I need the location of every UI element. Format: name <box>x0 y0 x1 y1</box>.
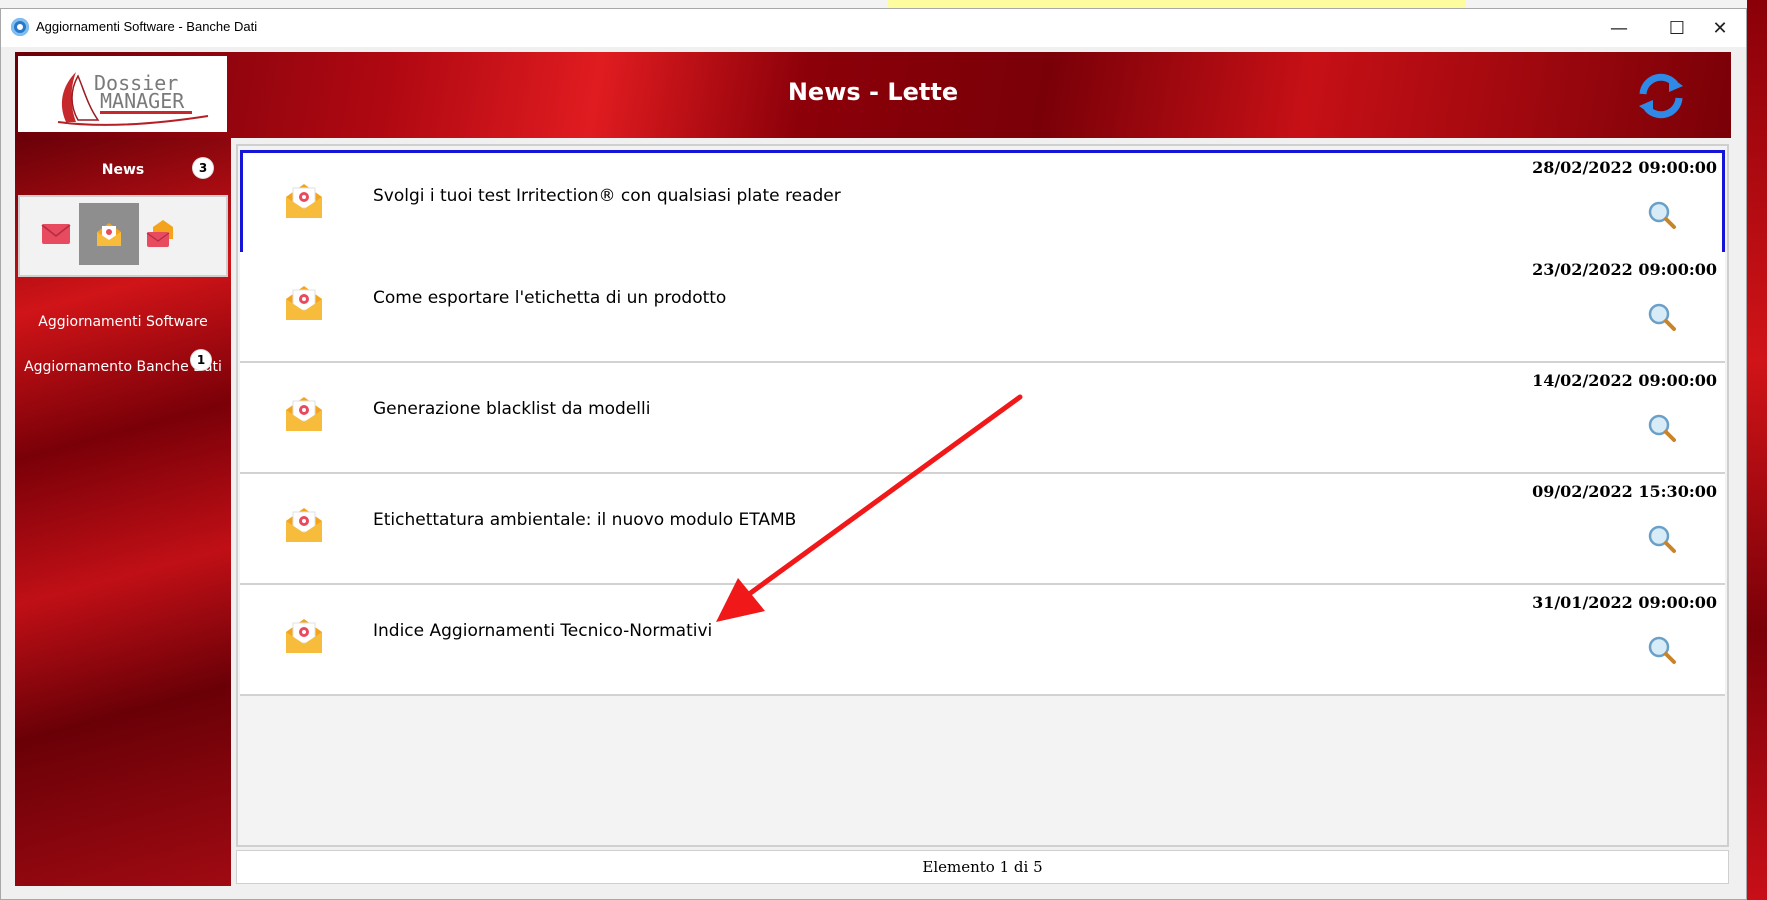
news-filter-toolbar <box>18 195 228 277</box>
envelopes-stack-icon <box>146 220 173 247</box>
news-title: Come esportare l'etichetta di un prodott… <box>373 288 727 308</box>
open-envelope-icon <box>284 282 324 326</box>
unread-filter-button[interactable] <box>26 203 86 265</box>
close-button[interactable]: ✕ <box>1691 9 1749 47</box>
news-date: 23/02/2022 09:00:00 <box>1532 260 1717 279</box>
magnifier-icon[interactable] <box>1647 302 1677 336</box>
magnifier-icon[interactable] <box>1647 413 1677 447</box>
closed-envelope-icon <box>41 224 71 244</box>
news-list-item[interactable]: Indice Aggiornamenti Tecnico-Normativi 3… <box>240 585 1725 696</box>
magnifier-icon[interactable] <box>1647 200 1677 234</box>
minimize-button[interactable]: — <box>1590 9 1648 47</box>
news-title: Indice Aggiornamenti Tecnico-Normativi <box>373 621 713 641</box>
background-desktop-edge <box>1747 0 1767 900</box>
app-icon <box>11 18 29 36</box>
window-title: Aggiornamenti Software - Banche Dati <box>36 19 258 34</box>
open-envelope-icon <box>97 223 121 246</box>
news-title: Generazione blacklist da modelli <box>373 399 651 419</box>
news-list: Svolgi i tuoi test Irritection® con qual… <box>236 144 1729 847</box>
database-updates-badge: 1 <box>191 350 211 370</box>
news-title: Etichettatura ambientale: il nuovo modul… <box>373 510 797 530</box>
page-title: News - Lette <box>787 78 959 106</box>
news-title: Svolgi i tuoi test Irritection® con qual… <box>373 186 841 206</box>
news-list-item[interactable]: Svolgi i tuoi test Irritection® con qual… <box>240 150 1725 261</box>
title-bar[interactable]: Aggiornamenti Software - Banche Dati — ☐… <box>1 9 1746 47</box>
magnifier-icon[interactable] <box>1647 524 1677 558</box>
background-desktop-strip <box>0 0 1767 8</box>
open-envelope-icon <box>284 393 324 437</box>
sidebar: News 3 Aggiornamenti Software Aggiorname… <box>15 138 231 886</box>
news-list-item[interactable]: Etichettatura ambientale: il nuovo modul… <box>240 474 1725 585</box>
app-window: Aggiornamenti Software - Banche Dati — ☐… <box>0 8 1747 900</box>
client-area: Dossier MANAGER News - Lette News 3 Aggi… <box>15 52 1731 886</box>
news-date: 09/02/2022 15:30:00 <box>1532 482 1717 501</box>
news-list-item[interactable]: Generazione blacklist da modelli 14/02/2… <box>240 363 1725 474</box>
open-envelope-icon <box>284 180 324 224</box>
status-bar: Elemento 1 di 5 <box>236 850 1729 884</box>
sidebar-item-software-updates[interactable]: Aggiornamenti Software <box>15 314 231 330</box>
background-yellow-strip <box>888 0 1466 8</box>
news-date: 28/02/2022 09:00:00 <box>1532 158 1717 177</box>
magnifier-icon[interactable] <box>1647 635 1677 669</box>
all-filter-button[interactable] <box>130 203 190 265</box>
open-envelope-icon <box>284 615 324 659</box>
news-count-badge: 3 <box>193 158 213 178</box>
news-date: 14/02/2022 09:00:00 <box>1532 371 1717 390</box>
news-list-item[interactable]: Come esportare l'etichetta di un prodott… <box>240 252 1725 363</box>
header-banner: Dossier MANAGER News - Lette <box>15 52 1731 138</box>
refresh-icon[interactable] <box>1635 72 1687 120</box>
news-date: 31/01/2022 09:00:00 <box>1532 593 1717 612</box>
open-envelope-icon <box>284 504 324 548</box>
